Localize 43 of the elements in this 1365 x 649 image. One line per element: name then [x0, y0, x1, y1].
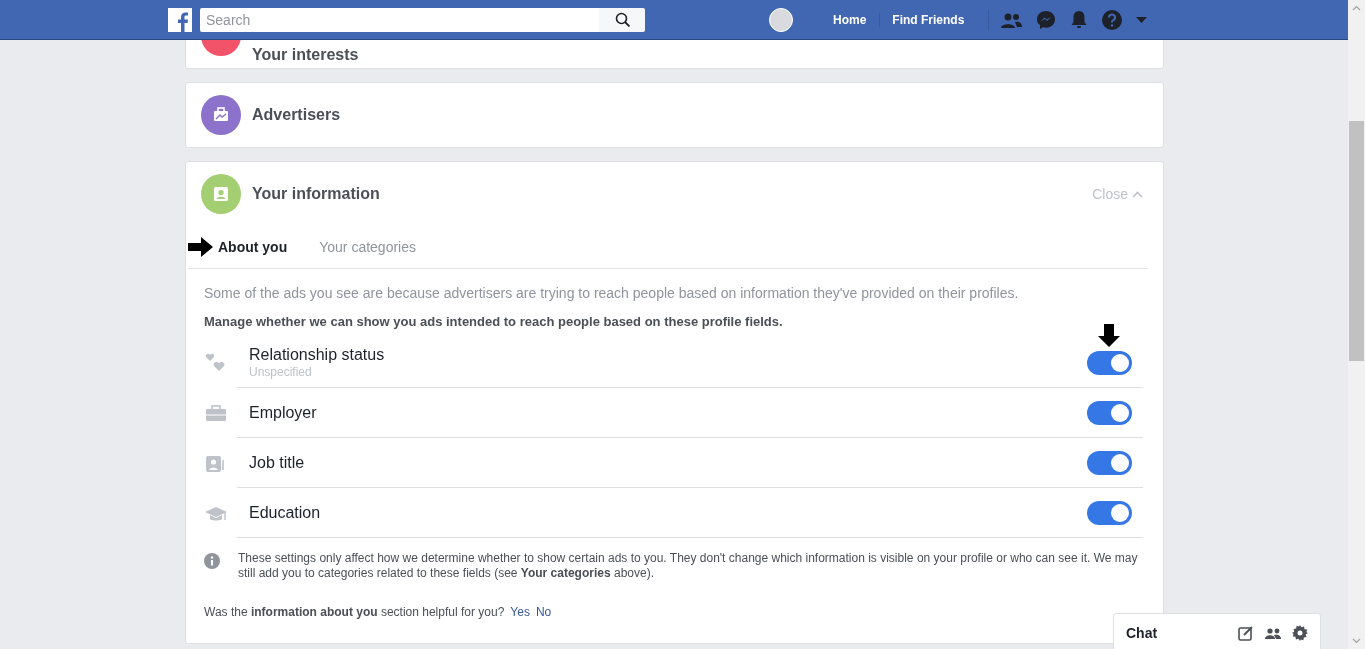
arrow-icon: [1097, 323, 1121, 347]
chat-bar[interactable]: Chat: [1113, 613, 1321, 649]
help-icon[interactable]: [1102, 9, 1123, 30]
field-label: Relationship status: [249, 346, 385, 364]
feedback-question: Was the information about you section helpful for you?: [204, 605, 505, 619]
field-label: Education: [249, 503, 321, 522]
chat-title: Chat: [1126, 625, 1158, 641]
info-icon: [204, 553, 220, 569]
search-button[interactable]: [599, 7, 645, 32]
group-icon[interactable]: [1265, 626, 1281, 640]
instruction-text: Manage whether we can show you ads intended to reach people based on these profile fields.: [204, 314, 784, 329]
search-icon: [614, 12, 630, 27]
section-title[interactable]: Your interests: [252, 46, 359, 64]
scrollbar-thumb[interactable]: [1349, 121, 1364, 361]
nav-link[interactable]: Find Friends: [879, 12, 977, 27]
nav-link[interactable]: Home: [833, 12, 879, 27]
feedback-link[interactable]: No: [535, 605, 552, 619]
note-text: These settings only affect how we determine whether to show certain ads to you. They don't change which information is visible on your profile or who can see it. We may still add you to categories related to these fields (see Your categories above).: [238, 551, 1139, 581]
section-title[interactable]: Advertisers: [252, 106, 341, 124]
arrow-icon: [188, 236, 213, 258]
field-label: Job title: [249, 453, 305, 472]
description-text: Some of the ads you see are because advertisers are trying to reach people based on information they've provided on their profiles.: [204, 285, 1020, 301]
settings-icon[interactable]: [1292, 625, 1308, 641]
avatar[interactable]: [769, 7, 793, 32]
tab[interactable]: About you: [218, 239, 288, 255]
toggle-switch[interactable]: [1087, 500, 1132, 525]
messenger-icon[interactable]: [1036, 9, 1057, 30]
feedback-link[interactable]: Yes: [510, 605, 530, 619]
friends-icon[interactable]: [1001, 11, 1023, 28]
logo-icon[interactable]: [168, 7, 192, 32]
section-title[interactable]: Your information: [252, 185, 380, 203]
bell-icon[interactable]: [1070, 10, 1089, 29]
field-label: Employer: [249, 403, 317, 422]
compose-icon[interactable]: [1238, 625, 1254, 641]
chevron-up-icon: [1132, 190, 1143, 198]
hearts-icon: [204, 351, 227, 374]
scrollbar[interactable]: [1348, 0, 1365, 649]
field-value: Unspecified: [249, 365, 313, 379]
toggle-switch[interactable]: [1087, 450, 1132, 475]
toggle-switch[interactable]: [1087, 400, 1132, 425]
toggle-switch[interactable]: [1087, 350, 1132, 375]
caret-icon[interactable]: [1136, 16, 1148, 23]
search-field[interactable]: Search: [200, 7, 599, 32]
